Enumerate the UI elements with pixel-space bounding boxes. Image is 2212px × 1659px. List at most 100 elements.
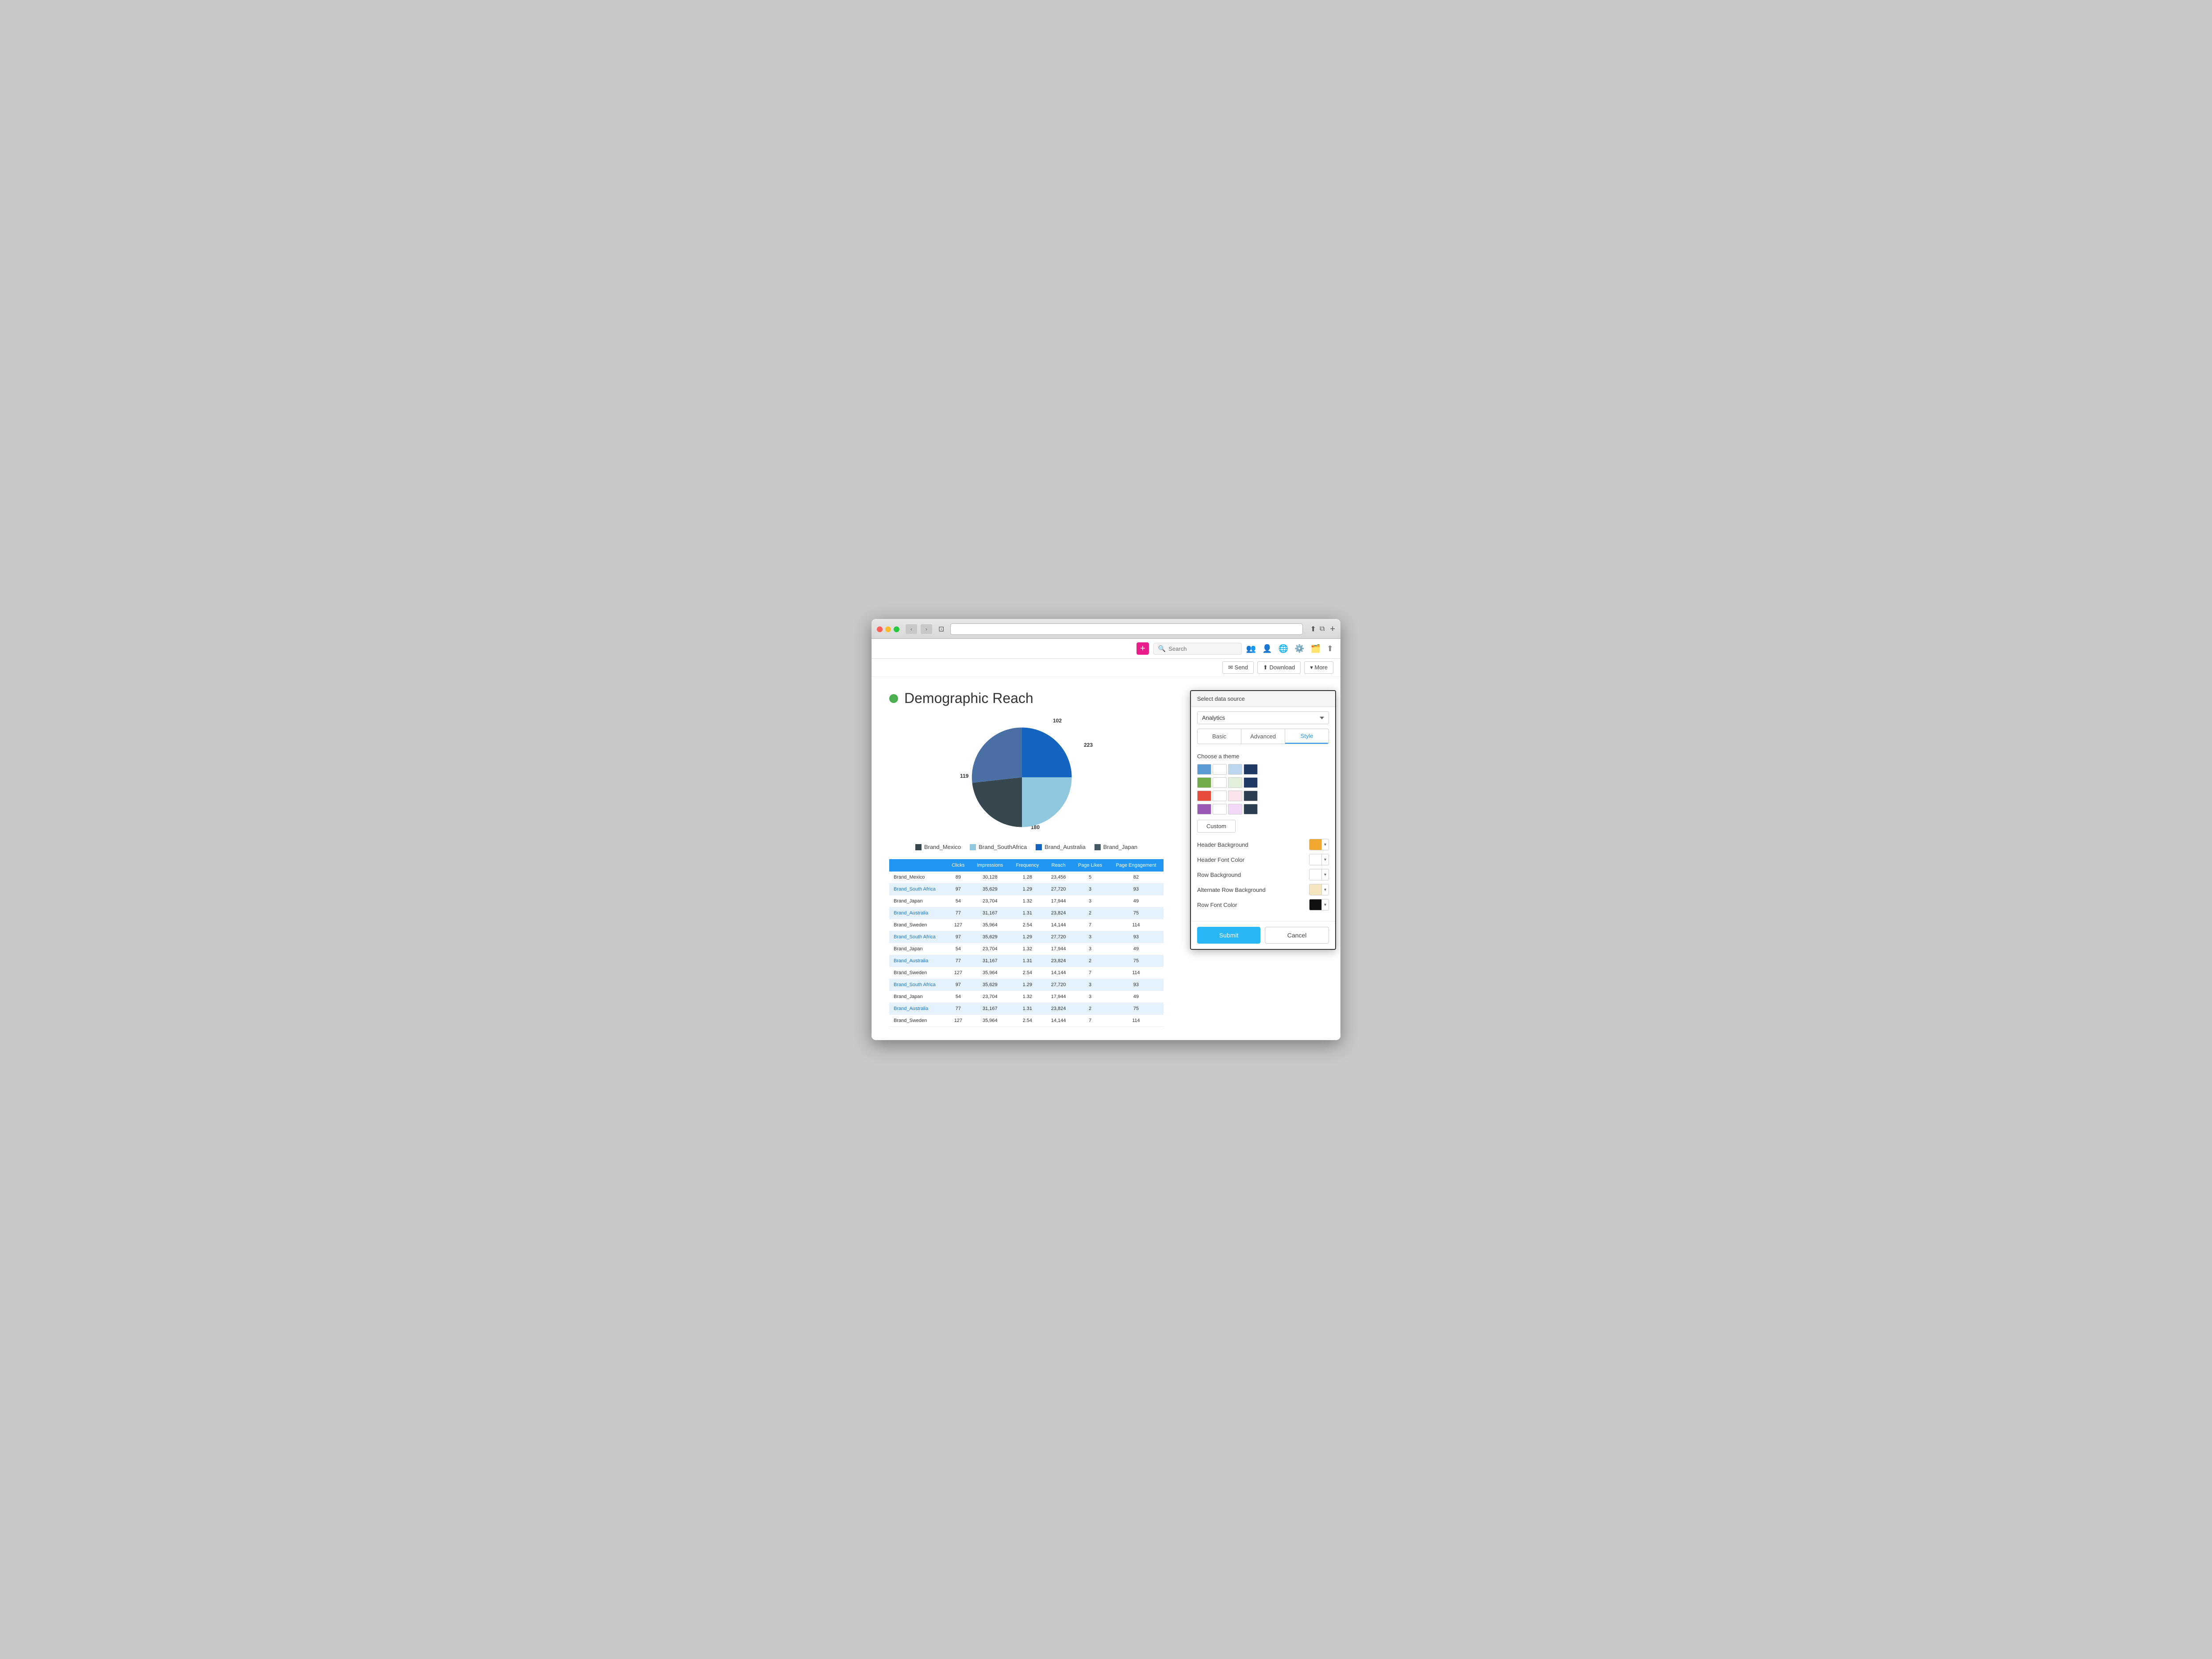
- cell-clicks: 127: [946, 1015, 970, 1027]
- sidebar-toggle-button[interactable]: ⊡: [936, 624, 947, 634]
- tab-advanced[interactable]: Advanced: [1241, 729, 1285, 744]
- submit-button[interactable]: Submit: [1197, 927, 1260, 944]
- tab-basic[interactable]: Basic: [1198, 729, 1241, 744]
- url-bar[interactable]: [950, 623, 1303, 635]
- folder-icon[interactable]: 🗂️: [1310, 644, 1320, 653]
- cell-engagement: 114: [1109, 1015, 1164, 1027]
- cell-impressions: 35,629: [970, 931, 1010, 943]
- table-header-row: Clicks Impressions Frequency Reach Page …: [889, 859, 1164, 872]
- cell-likes: 3: [1072, 991, 1109, 1003]
- chevron-down-icon: ▾: [1322, 842, 1329, 847]
- pie-chart: 102 223 119 180: [956, 715, 1088, 839]
- color-row-row-bg: Row Background ▾: [1197, 869, 1329, 880]
- cell-frequency: 1.29: [1010, 883, 1045, 895]
- cell-likes: 2: [1072, 907, 1109, 919]
- theme-swatch-blue-3[interactable]: [1228, 764, 1242, 775]
- table-row: Brand_Sweden 127 35,964 2.54 14,144 7 11…: [889, 919, 1164, 931]
- cell-engagement: 93: [1109, 979, 1164, 991]
- chart-area: 102 223 119 180: [889, 715, 1155, 850]
- theme-swatch-green-1[interactable]: [1197, 777, 1211, 788]
- cell-reach: 14,144: [1045, 967, 1072, 979]
- color-picker-header-bg[interactable]: ▾: [1309, 839, 1329, 850]
- cell-frequency: 1.31: [1010, 907, 1045, 919]
- add-widget-button[interactable]: +: [1137, 642, 1149, 655]
- color-picker-row-bg[interactable]: ▾: [1309, 869, 1329, 880]
- theme-swatch-red-4[interactable]: [1244, 791, 1258, 801]
- send-button[interactable]: ✉ Send: [1222, 661, 1254, 674]
- data-source-select[interactable]: Analytics: [1197, 711, 1329, 724]
- theme-swatch-purple-2[interactable]: [1213, 804, 1227, 814]
- color-label-row-bg: Row Background: [1197, 872, 1241, 878]
- theme-swatch-green-3[interactable]: [1228, 777, 1242, 788]
- legend-item-mexico: Brand_Mexico: [915, 844, 961, 850]
- theme-swatch-red-1[interactable]: [1197, 791, 1211, 801]
- cell-engagement: 75: [1109, 1003, 1164, 1015]
- color-label-header-bg: Header Background: [1197, 841, 1248, 848]
- cell-impressions: 35,629: [970, 883, 1010, 895]
- theme-swatch-purple-3[interactable]: [1228, 804, 1242, 814]
- cell-brand: Brand_Japan: [889, 895, 946, 907]
- color-picker-alt-row-bg[interactable]: ▾: [1309, 884, 1329, 895]
- color-row-alt-row-bg: Alternate Row Background ▾: [1197, 884, 1329, 895]
- legend-color-mexico: [915, 844, 922, 850]
- close-button[interactable]: [877, 626, 883, 632]
- color-label-header-font: Header Font Color: [1197, 856, 1244, 863]
- legend-color-australia: [1036, 844, 1042, 850]
- maximize-button[interactable]: [894, 626, 899, 632]
- theme-row-red: [1197, 791, 1329, 801]
- tab-style[interactable]: Style: [1285, 729, 1329, 744]
- theme-label: Choose a theme: [1197, 753, 1329, 760]
- forward-button[interactable]: ›: [921, 624, 932, 634]
- table-body: Brand_Mexico 89 30,128 1.28 23,456 5 82 …: [889, 872, 1164, 1027]
- add-tab-button[interactable]: +: [1330, 624, 1335, 634]
- search-input[interactable]: [1168, 645, 1235, 652]
- cell-impressions: 35,964: [970, 919, 1010, 931]
- settings-icon[interactable]: ⚙️: [1294, 644, 1304, 653]
- theme-swatch-purple-1[interactable]: [1197, 804, 1211, 814]
- theme-swatch-green-4[interactable]: [1244, 777, 1258, 788]
- more-button[interactable]: ▾ More: [1304, 661, 1333, 674]
- color-picker-row-font[interactable]: ▾: [1309, 899, 1329, 910]
- theme-swatch-purple-4[interactable]: [1244, 804, 1258, 814]
- theme-swatch-red-2[interactable]: [1213, 791, 1227, 801]
- cell-clicks: 77: [946, 955, 970, 967]
- cell-impressions: 23,704: [970, 991, 1010, 1003]
- share-button[interactable]: ⬆: [1310, 625, 1316, 634]
- theme-swatch-blue-2[interactable]: [1213, 764, 1227, 775]
- cell-reach: 14,144: [1045, 919, 1072, 931]
- color-picker-header-font[interactable]: ▾: [1309, 854, 1329, 865]
- cell-brand: Brand_Sweden: [889, 919, 946, 931]
- cell-clicks: 77: [946, 1003, 970, 1015]
- color-label-alt-row-bg: Alternate Row Background: [1197, 887, 1266, 893]
- color-options: Header Background ▾ Header Font Color ▾: [1197, 839, 1329, 910]
- color-row-header-font: Header Font Color ▾: [1197, 854, 1329, 865]
- table-row: Brand_Japan 54 23,704 1.32 17,944 3 49: [889, 943, 1164, 955]
- cell-impressions: 35,964: [970, 1015, 1010, 1027]
- cell-reach: 23,456: [1045, 872, 1072, 883]
- cell-engagement: 49: [1109, 895, 1164, 907]
- cell-brand: Brand_Sweden: [889, 1015, 946, 1027]
- upload-icon[interactable]: ⬆: [1327, 644, 1333, 653]
- minimize-button[interactable]: [885, 626, 891, 632]
- panel-tabs: Basic Advanced Style: [1197, 729, 1329, 744]
- globe-icon[interactable]: 🌐: [1279, 644, 1288, 653]
- back-button[interactable]: ‹: [906, 624, 917, 634]
- cell-brand: Brand_Sweden: [889, 967, 946, 979]
- duplicate-button[interactable]: ⧉: [1320, 625, 1325, 634]
- cell-frequency: 1.32: [1010, 991, 1045, 1003]
- panel-overlay: Select data source Analytics Basic Advan…: [1190, 690, 1336, 950]
- cell-reach: 17,944: [1045, 943, 1072, 955]
- cell-engagement: 114: [1109, 919, 1164, 931]
- user-icon[interactable]: 👤: [1262, 644, 1272, 653]
- table-row: Brand_Sweden 127 35,964 2.54 14,144 7 11…: [889, 967, 1164, 979]
- cancel-button[interactable]: Cancel: [1265, 927, 1329, 944]
- legend-item-japan: Brand_Japan: [1094, 844, 1137, 850]
- table-row: Brand_Mexico 89 30,128 1.28 23,456 5 82: [889, 872, 1164, 883]
- theme-swatch-blue-4[interactable]: [1244, 764, 1258, 775]
- theme-swatch-red-3[interactable]: [1228, 791, 1242, 801]
- theme-swatch-green-2[interactable]: [1213, 777, 1227, 788]
- download-button[interactable]: ⬆ Download: [1257, 661, 1301, 674]
- custom-theme-button[interactable]: Custom: [1197, 820, 1236, 833]
- users-icon[interactable]: 👥: [1246, 644, 1256, 653]
- theme-swatch-blue-1[interactable]: [1197, 764, 1211, 775]
